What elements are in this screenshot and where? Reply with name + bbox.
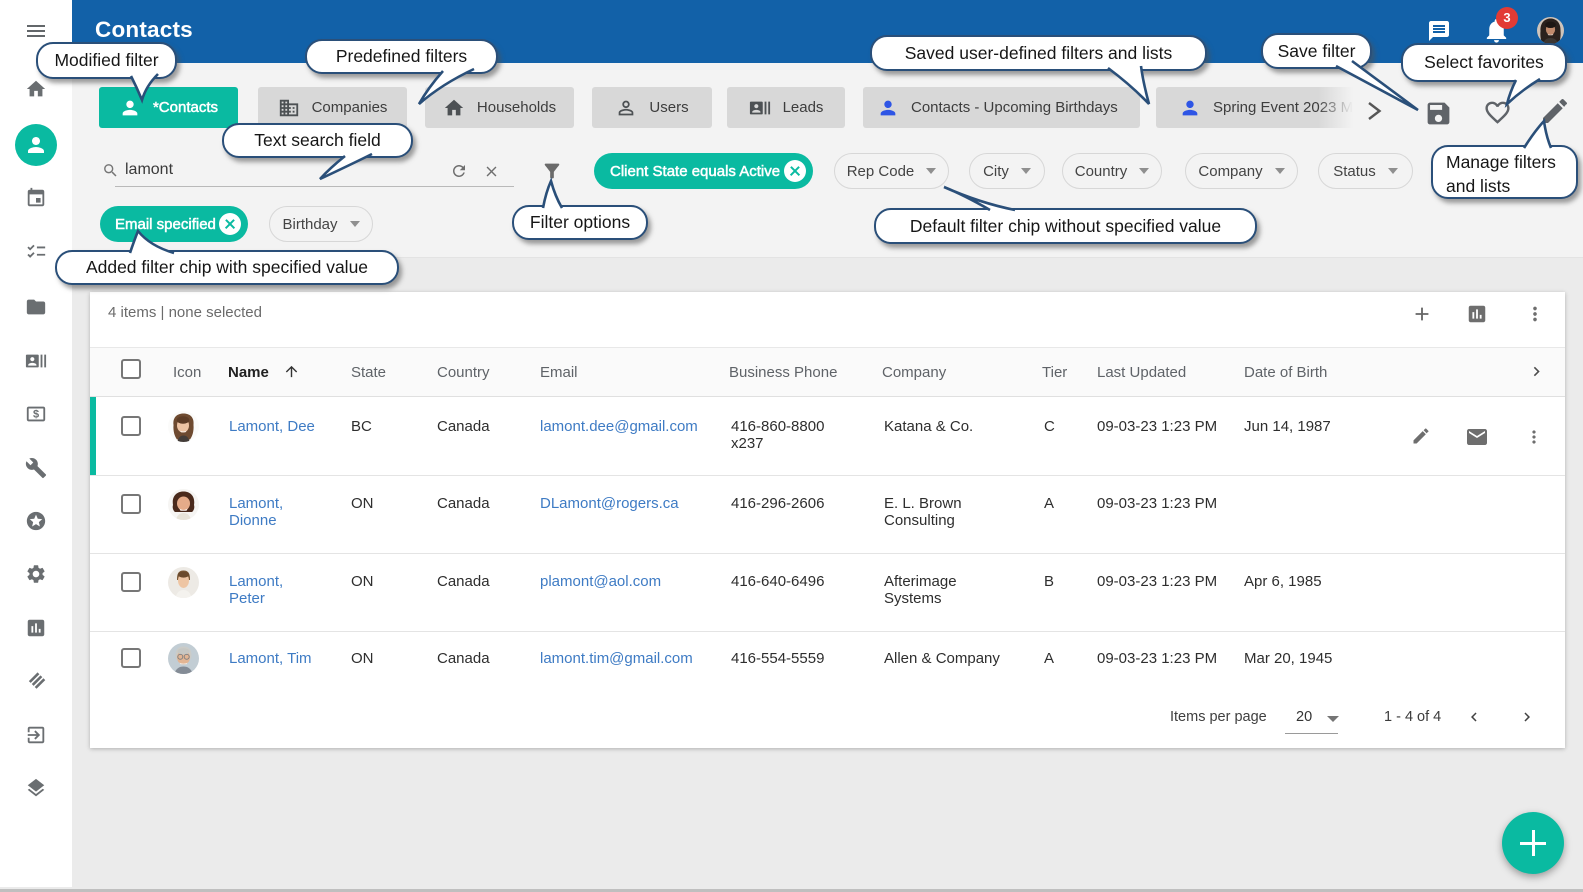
svg-text:$: $ (33, 409, 39, 421)
